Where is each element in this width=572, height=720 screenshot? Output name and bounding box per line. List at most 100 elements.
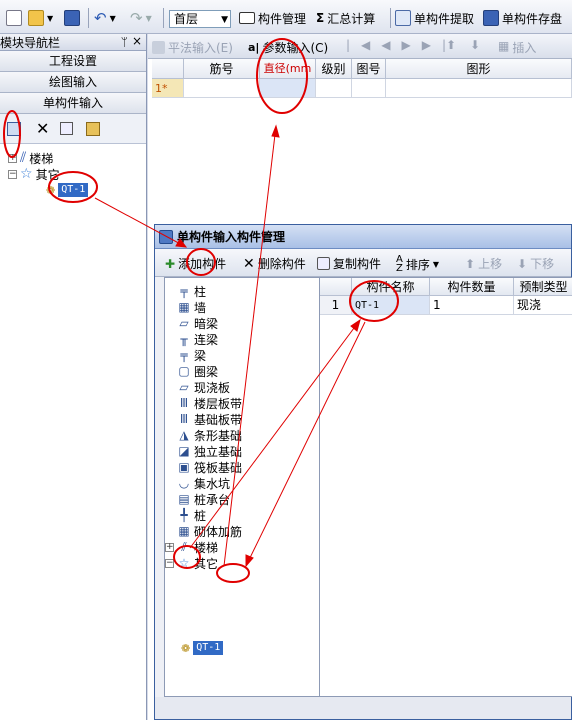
insert-label: 插入 [512, 41, 537, 55]
grid-col-grade[interactable]: 级别 [316, 59, 352, 79]
sum-calc-label: 汇总计算 [327, 11, 376, 26]
dgrid-cell-count[interactable]: 1 [430, 296, 514, 315]
component-type-label: 桩 [194, 508, 207, 523]
component-type-label: 暗梁 [194, 316, 219, 331]
grid-col-bar-no[interactable]: 筋号 [184, 59, 260, 79]
dgrid-cell-type[interactable]: 现浇 [514, 296, 572, 315]
dgrid-col-type[interactable]: 预制类型 [514, 278, 572, 296]
collapse-icon[interactable]: − [8, 169, 17, 179]
component-type-icon: ◮ [179, 428, 189, 442]
type-tree-item[interactable]: ╤ 柱 [177, 283, 206, 299]
nav-project-settings[interactable]: 工程设置 [0, 51, 146, 72]
expand-icon[interactable]: + [165, 542, 174, 552]
type-tree-item[interactable]: ◪ 独立基础 [177, 443, 242, 459]
grid-col-shape[interactable]: 图形 [386, 59, 572, 79]
dgrid-cell-name[interactable]: QT-1 [352, 296, 430, 315]
grid-col-figure-no[interactable]: 图号 [352, 59, 386, 79]
param-input-button[interactable]: a| 参数输入(C) [248, 39, 328, 56]
grid-col-diameter[interactable]: 直径(mm [260, 59, 316, 79]
type-tree-qt1[interactable]: ❁ QT-1 [181, 640, 224, 656]
arrow-up-icon: ⬆ [465, 256, 476, 271]
paste-icon[interactable] [86, 122, 100, 136]
component-type-label: 现浇板 [194, 380, 231, 395]
record-nav-icons[interactable]: |◀◀▶▶| [346, 38, 457, 52]
chevron-down-icon: ▼ [432, 259, 440, 269]
type-tree-item[interactable]: Ⅲ 基础板带 [177, 411, 242, 427]
insert-button[interactable]: ▦ 插入 [498, 39, 536, 56]
sigma-icon: Σ [316, 11, 325, 25]
new-file-button[interactable] [6, 8, 22, 28]
sum-calc-button[interactable]: Σ 汇总计算 [316, 8, 375, 28]
grid-cell-bar-no[interactable] [184, 79, 260, 98]
dialog-footer [155, 697, 571, 719]
move-down-button[interactable]: ⬇ 下移 [517, 255, 554, 272]
move-up-button[interactable]: ⬆ 上移 [465, 255, 502, 272]
type-tree-item[interactable]: ╤ 梁 [177, 347, 206, 363]
type-tree-item[interactable]: + ⫽ 楼梯 [165, 539, 218, 555]
app-icon [159, 229, 173, 244]
type-tree-item[interactable]: ◡ 集水坑 [177, 475, 230, 491]
main-toolbar: ▼ ↶ ▼ ↷ ▼ 首层 ▼ 构件管理 Σ 汇总计算 单构件提取 单构件存盘 [0, 0, 572, 34]
grid-cell-grade[interactable] [316, 79, 352, 98]
expand-icon[interactable]: + [8, 153, 17, 163]
module-nav-header: 模块导航栏 ᛘ × [0, 34, 146, 51]
open-file-button[interactable]: ▼ [28, 8, 53, 28]
undo-button[interactable]: ↶ ▼ [94, 8, 116, 28]
component-list-icon[interactable] [7, 122, 21, 136]
single-extract-label: 单构件提取 [414, 11, 475, 26]
delete-icon[interactable]: ✕ [36, 119, 49, 138]
type-tree-item[interactable]: ╥ 连梁 [177, 331, 218, 347]
sort-button[interactable]: A Z 排序 ▼ [396, 255, 440, 274]
dgrid-col-name[interactable]: 构件名称 [352, 278, 430, 296]
table-icon [239, 12, 255, 24]
single-extract-button[interactable]: 单构件提取 [395, 8, 474, 28]
gear-icon: ❁ [46, 183, 56, 197]
type-tree-item[interactable]: ▣ 筏板基础 [177, 459, 242, 475]
flat-input-button[interactable]: 平法输入(E) [152, 39, 233, 56]
move-up-icon[interactable]: ⬆ [446, 38, 456, 52]
nav-tree-qt1[interactable]: ❁ QT-1 [46, 182, 89, 198]
redo-button[interactable]: ↷ ▼ [130, 8, 152, 28]
type-tree-item[interactable]: ▦ 墙 [177, 299, 206, 315]
grid-cell-figure-no[interactable] [352, 79, 386, 98]
grid-cell-shape[interactable] [386, 79, 572, 98]
copy-component-label: 复制构件 [333, 257, 382, 271]
component-type-icon: ▱ [179, 316, 189, 330]
component-type-label: 楼梯 [194, 540, 219, 555]
component-type-icon: ▢ [178, 364, 190, 378]
component-type-icon: ╤ [180, 348, 188, 362]
type-tree-item[interactable]: − ☆ 其它 [165, 555, 218, 571]
chevron-down-icon: ▼ [221, 15, 228, 25]
collapse-icon[interactable]: − [165, 558, 174, 568]
type-tree-item[interactable]: ▦ 砌体加筋 [177, 523, 242, 539]
delete-component-button[interactable]: ✕ 删除构件 [243, 255, 306, 272]
type-tree-item[interactable]: ╇ 桩 [177, 507, 206, 523]
nav-single-input[interactable]: 单构件输入 [0, 93, 146, 114]
component-manage-button[interactable]: 构件管理 [239, 8, 306, 28]
single-save-button[interactable]: 单构件存盘 [483, 8, 562, 28]
grid-col-index [152, 59, 184, 79]
component-type-icon: ▱ [179, 380, 189, 394]
type-tree-item[interactable]: ▤ 桩承台 [177, 491, 230, 507]
grid-cell-diameter[interactable] [260, 79, 316, 98]
type-tree-item[interactable]: ▢ 圈梁 [177, 363, 218, 379]
dgrid-col-count[interactable]: 构件数量 [430, 278, 514, 296]
close-icon[interactable]: × [132, 34, 142, 48]
component-type-icon: ╇ [180, 508, 188, 522]
flat-input-label: 平法输入(E) [168, 41, 233, 55]
move-down-icon[interactable]: ⬇ [470, 38, 480, 52]
type-tree-item[interactable]: ▱ 暗梁 [177, 315, 218, 331]
add-component-button[interactable]: ✚ 添加构件 [165, 255, 226, 272]
nav-drawing-input[interactable]: 绘图输入 [0, 72, 146, 93]
type-tree-item[interactable]: ◮ 条形基础 [177, 427, 242, 443]
type-tree-item[interactable]: ▱ 现浇板 [177, 379, 230, 395]
save-file-button[interactable] [64, 8, 80, 28]
copy-icon[interactable] [60, 122, 73, 135]
floor-select[interactable]: 首层 ▼ [169, 10, 231, 28]
pin-icon[interactable]: ᛘ [121, 35, 128, 49]
nav-tree-stairs[interactable]: + ⫽ 楼梯 [8, 150, 53, 166]
copy-component-button[interactable]: 复制构件 [317, 255, 381, 272]
type-tree-item[interactable]: Ⅲ 楼层板带 [177, 395, 242, 411]
nav-tree-other[interactable]: − ☆ 其它 [8, 166, 60, 182]
nav-tree-other-label: 其它 [35, 167, 60, 182]
